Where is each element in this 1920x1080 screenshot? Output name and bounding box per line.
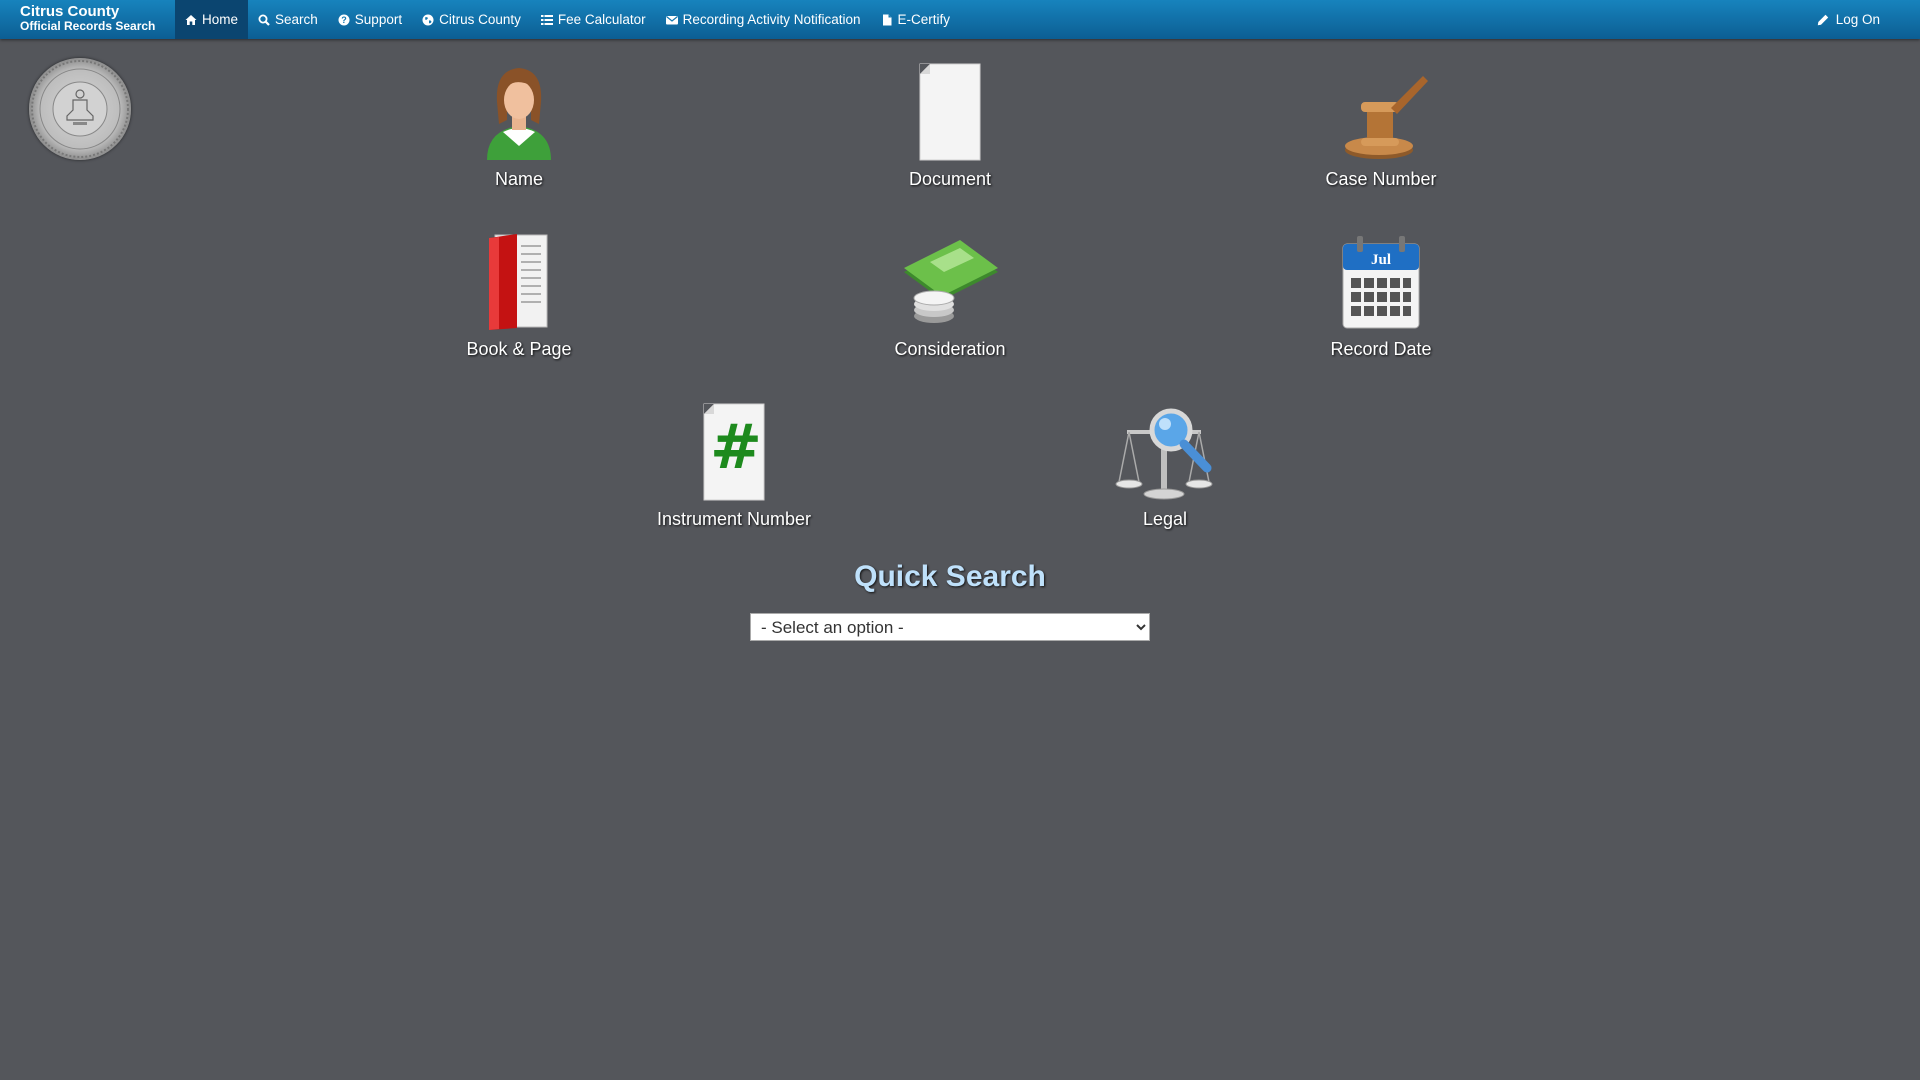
tile-name-search[interactable]: Name xyxy=(409,62,629,190)
county-seal-logo xyxy=(29,58,131,160)
nav-item-search[interactable]: Search xyxy=(248,0,328,39)
nav-label: Fee Calculator xyxy=(557,12,646,27)
nav-menu: Home Search ? Support Citrus County Fee … xyxy=(175,0,960,39)
tile-record-date-search[interactable]: Jul Record Date xyxy=(1271,232,1491,360)
nav-label: Search xyxy=(275,12,318,27)
book-icon xyxy=(489,234,548,330)
tile-case-number-search[interactable]: Case Number xyxy=(1271,62,1491,190)
nav-item-fee-calculator[interactable]: Fee Calculator xyxy=(531,0,656,39)
pencil-icon xyxy=(1817,14,1828,25)
brand-title: Citrus County xyxy=(20,3,120,20)
tile-label: Book & Page xyxy=(466,339,572,359)
tile-book-page-search[interactable]: Book & Page xyxy=(409,232,629,360)
file-icon xyxy=(882,14,891,25)
brand-subtitle: Official Records Search xyxy=(20,19,156,33)
hash-glyph: # xyxy=(710,410,762,483)
top-navbar: Citrus County Official Records Search Ho… xyxy=(0,0,1920,39)
tile-label: Consideration xyxy=(894,339,1006,359)
tile-legal-search[interactable]: Legal xyxy=(1055,402,1275,530)
nav-item-e-certify[interactable]: E-Certify xyxy=(871,0,961,39)
nav-item-recording-activity-notification[interactable]: Recording Activity Notification xyxy=(656,0,871,39)
brand[interactable]: Citrus County Official Records Search xyxy=(20,4,155,34)
calendar-month: Jul xyxy=(1371,252,1391,268)
list-icon xyxy=(540,14,553,25)
gavel-icon xyxy=(1345,76,1428,159)
blank-document-icon xyxy=(919,63,981,161)
tile-label: Record Date xyxy=(1330,339,1432,359)
nav-label: Citrus County xyxy=(439,12,521,27)
scales-magnifier-icon xyxy=(1115,408,1213,500)
globe-icon xyxy=(422,14,434,25)
quick-search-select[interactable]: - Select an option - xyxy=(750,613,1150,641)
nav-label: E-Certify xyxy=(897,12,951,27)
envelope-icon xyxy=(665,15,678,24)
nav-item-home[interactable]: Home xyxy=(175,0,249,39)
tile-label: Case Number xyxy=(1325,169,1437,189)
nav-label: Home xyxy=(202,12,239,27)
search-icon xyxy=(258,14,270,26)
log-on-label: Log On xyxy=(1835,12,1880,27)
calendar-icon: Jul xyxy=(1342,236,1420,329)
nav-label: Recording Activity Notification xyxy=(682,12,861,27)
hash-document-icon: # xyxy=(703,403,765,501)
svg-text:?: ? xyxy=(341,15,347,25)
tile-document-search[interactable]: Document xyxy=(840,62,1060,190)
money-icon xyxy=(904,240,998,323)
quick-search-heading: Quick Search xyxy=(854,560,1046,593)
log-on-link[interactable]: Log On xyxy=(1817,0,1880,39)
question-circle-icon: ? xyxy=(338,14,350,25)
nav-item-citrus-county[interactable]: Citrus County xyxy=(412,0,531,39)
tile-label: Document xyxy=(908,169,992,189)
tile-instrument-number-search[interactable]: # Instrument Number xyxy=(624,402,844,530)
person-icon xyxy=(487,68,551,160)
nav-item-support[interactable]: ? Support xyxy=(328,0,412,39)
home-icon xyxy=(185,14,197,25)
tile-label: Legal xyxy=(1142,509,1188,529)
tile-consideration-search[interactable]: Consideration xyxy=(840,232,1060,360)
nav-label: Support xyxy=(354,12,403,27)
tile-label: Name xyxy=(494,169,543,189)
tile-label: Instrument Number xyxy=(656,509,812,529)
